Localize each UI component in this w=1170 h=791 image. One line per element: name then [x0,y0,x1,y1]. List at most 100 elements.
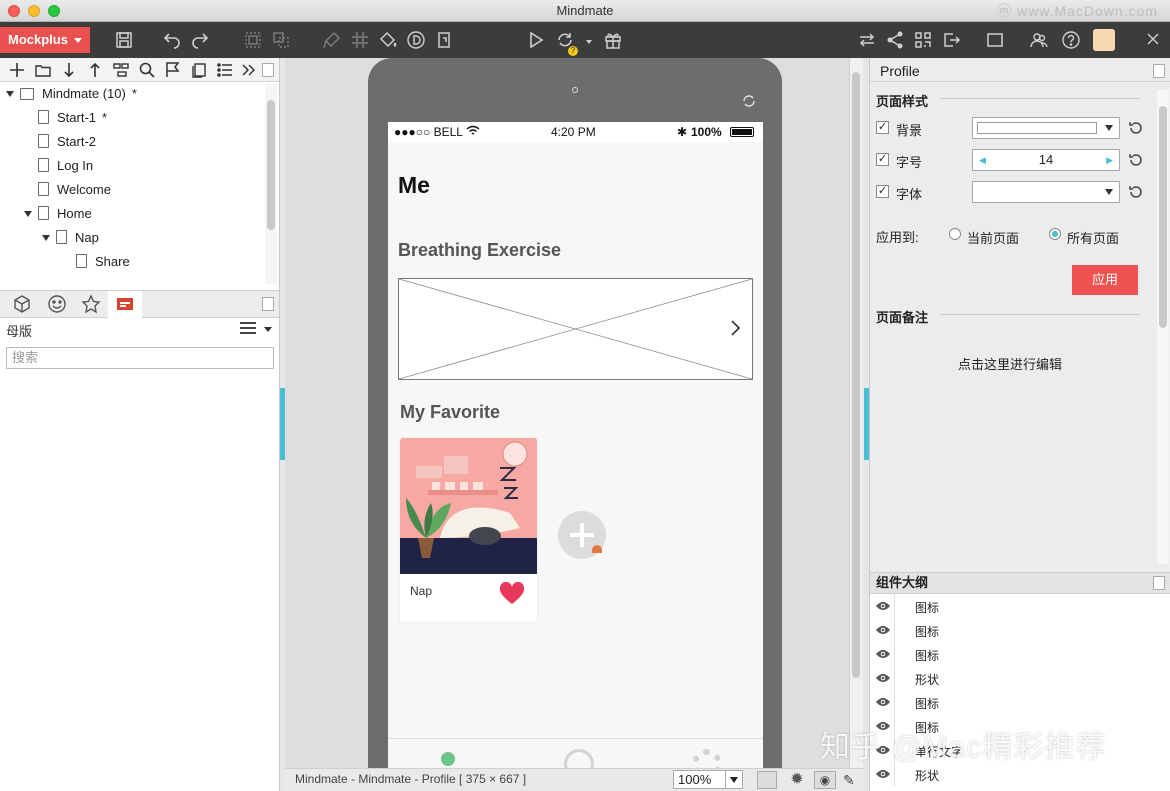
radio-current-page[interactable] [949,228,961,240]
d-icon[interactable] [406,30,426,50]
increment-icon[interactable]: ▶ [1106,150,1113,170]
design-canvas[interactable]: ●●●○○ BELL 4:20 PM ✱ 100% Me Breathing E… [285,58,849,782]
gift-icon[interactable] [603,30,623,50]
panel-collapse-icon[interactable] [262,63,274,77]
properties-scrollbar[interactable] [1157,90,1169,564]
tree-item[interactable]: Log In [38,154,93,178]
reset-icon[interactable] [1128,120,1144,136]
tree-item[interactable]: Nap [42,226,99,250]
brightness-icon[interactable]: ✹ [787,770,807,790]
outline-row[interactable]: 图标 [870,618,1170,642]
background-checkbox[interactable]: ✓ [876,121,889,134]
canvas-scrollbar[interactable] [849,58,863,768]
tree-scrollbar[interactable] [265,84,277,284]
panel-collapse-icon[interactable] [1153,576,1165,590]
tab-favorites-icon[interactable] [81,294,103,314]
outline-row[interactable]: 图标 [870,594,1170,618]
font-size-stepper[interactable]: ◀ 14 ▶ [972,149,1120,171]
minimize-window-button[interactable] [28,5,40,17]
export-icon[interactable] [941,30,961,50]
add-favorite-button[interactable] [558,511,606,559]
window-icon[interactable] [985,30,1005,50]
reset-icon[interactable] [1128,152,1144,168]
chevron-down-icon[interactable] [586,40,592,44]
zoom-select[interactable]: 100% [673,770,743,789]
swap-icon[interactable] [857,30,877,50]
font-size-checkbox[interactable]: ✓ [876,153,889,166]
tree-item[interactable]: Welcome [38,178,111,202]
play-icon[interactable] [526,30,546,50]
font-family-select[interactable] [972,181,1120,203]
sitemap-icon[interactable] [112,61,130,79]
tree-item[interactable]: Mindmate (10) * [6,82,137,106]
background-color-select[interactable] [972,117,1120,139]
apply-button[interactable]: 应用 [1072,265,1138,295]
fit-view-icon[interactable] [757,771,777,789]
wrench-icon[interactable]: ✎ [843,771,861,789]
save-icon[interactable] [114,30,134,50]
radio-all-pages[interactable] [1049,228,1061,240]
copy-icon[interactable] [190,61,208,79]
share-icon[interactable] [885,30,905,50]
format-brush-icon[interactable] [322,30,342,50]
export-page-icon[interactable] [434,30,454,50]
panel-collapse-icon[interactable] [1153,64,1165,78]
tree-item[interactable]: Start-2 [38,130,96,154]
move-up-icon[interactable] [86,61,104,79]
fill-bucket-icon[interactable] [378,30,398,50]
outline-row[interactable]: 图标 [870,642,1170,666]
decrement-icon[interactable]: ◀ [979,150,986,170]
ungroup-icon[interactable] [271,30,291,50]
tree-item[interactable]: Share [76,250,130,274]
tab-components-icon[interactable] [12,294,34,314]
expand-triangle-icon[interactable] [42,235,50,241]
user-avatar[interactable] [1093,29,1115,51]
chevron-right-icon[interactable] [729,319,741,337]
grid-icon[interactable] [350,30,370,50]
scrollbar-thumb[interactable] [267,100,275,230]
expand-triangle-icon[interactable] [6,91,14,97]
preview-eye-icon[interactable]: ◉ [814,771,836,789]
tab-icons-icon[interactable] [47,294,69,314]
visibility-eye-icon[interactable] [876,600,890,612]
collapse-icon[interactable] [1143,29,1163,49]
chevron-down-icon[interactable] [264,327,272,332]
tree-item[interactable]: Home [24,202,92,226]
font-family-checkbox[interactable]: ✓ [876,185,889,198]
group-icon[interactable] [243,30,263,50]
menu-icon[interactable] [240,322,256,334]
outline-row[interactable]: 图标 [870,690,1170,714]
zoom-window-button[interactable] [48,5,60,17]
qr-code-icon[interactable] [913,30,933,50]
heart-icon[interactable] [499,581,525,606]
undo-icon[interactable] [162,30,182,50]
visibility-eye-icon[interactable] [876,768,890,780]
reset-icon[interactable] [1128,184,1144,200]
search-icon[interactable] [138,61,156,79]
folder-icon[interactable] [34,61,52,79]
close-window-button[interactable] [8,5,20,17]
tab-home-icon[interactable] [441,752,455,766]
visibility-eye-icon[interactable] [876,624,890,636]
search-input[interactable]: 搜索 [6,347,274,369]
tab-master-icon[interactable] [115,294,137,314]
redo-icon[interactable] [190,30,210,50]
scrollbar-thumb[interactable] [1159,106,1167,328]
expand-triangle-icon[interactable] [24,211,32,217]
more-icon[interactable] [240,61,258,79]
brand-menu-button[interactable]: Mockplus [0,27,90,53]
image-placeholder[interactable] [398,278,753,380]
visibility-eye-icon[interactable] [876,672,890,684]
panel-collapse-icon[interactable] [262,297,274,311]
scrollbar-thumb[interactable] [852,72,860,678]
rotate-icon[interactable] [740,92,758,110]
list-icon[interactable] [216,61,234,79]
add-page-icon[interactable] [8,61,26,79]
favorite-card[interactable]: Nap [400,438,537,622]
outline-row[interactable]: 形状 [870,666,1170,690]
team-icon[interactable] [1029,30,1049,50]
move-down-icon[interactable] [60,61,78,79]
visibility-eye-icon[interactable] [876,696,890,708]
notes-edit-area[interactable]: 点击这里进行编辑 [958,354,1062,373]
visibility-eye-icon[interactable] [876,648,890,660]
